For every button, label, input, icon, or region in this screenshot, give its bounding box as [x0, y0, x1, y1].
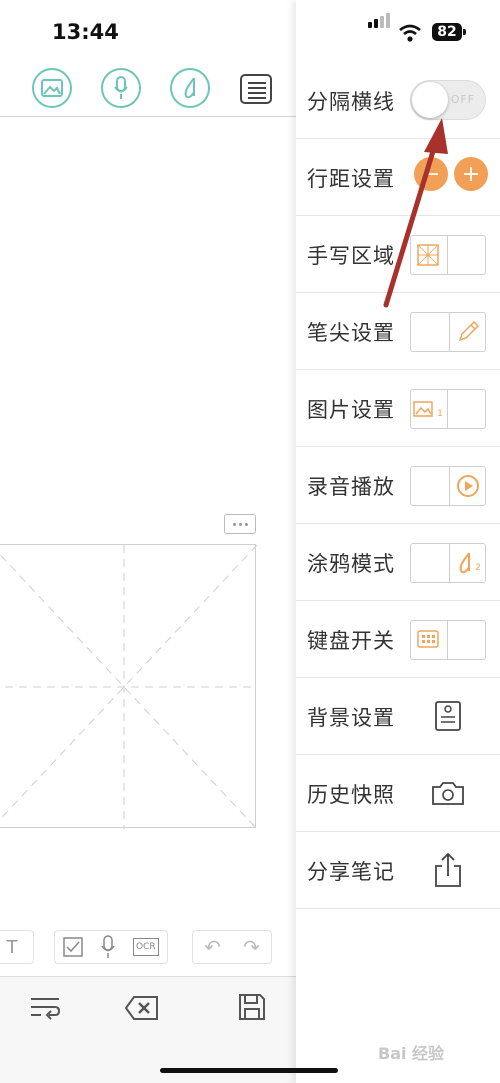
line-wrap-icon[interactable]: [29, 995, 61, 1021]
doodle-mode-toggle[interactable]: 2: [410, 543, 486, 583]
play-icon: [453, 471, 483, 501]
menu-item-background[interactable]: 背景设置: [296, 678, 500, 755]
wifi-icon: [399, 24, 421, 42]
camera-icon: [430, 773, 466, 813]
menu-item-doodle-mode[interactable]: 涂鸦模式 2: [296, 524, 500, 601]
menu-item-label: 行距设置: [307, 167, 395, 191]
menu-item-keyboard-toggle[interactable]: 键盘开关: [296, 601, 500, 678]
toolbar-divider: [0, 116, 296, 117]
menu-toggle-button[interactable]: [240, 74, 272, 104]
divider-line-switch[interactable]: OFF: [410, 80, 486, 120]
checkbox-icon[interactable]: [63, 937, 84, 957]
watermark: Bai 经验: [378, 1044, 445, 1063]
audio-playback-toggle[interactable]: [410, 466, 486, 506]
menu-item-label: 涂鸦模式: [307, 552, 395, 576]
settings-menu: 分隔横线 OFF 行距设置 − + 手写区域 笔尖设置 图片设置 1 录音播放 …: [296, 0, 500, 1083]
battery-tip: [463, 29, 466, 35]
home-indicator: [160, 1068, 338, 1073]
pen-tip-toggle[interactable]: [410, 312, 486, 352]
insert-tool-group: OCR: [54, 930, 168, 964]
ocr-button[interactable]: OCR: [132, 938, 159, 956]
more-options-button[interactable]: [224, 514, 256, 534]
line-spacing-decrease-button[interactable]: −: [414, 157, 448, 191]
microphone-icon[interactable]: [100, 935, 116, 959]
image-slot-number: 1: [437, 409, 443, 419]
menu-item-label: 录音播放: [307, 475, 395, 499]
status-time: 13:44: [52, 20, 119, 44]
menu-item-label: 历史快照: [307, 783, 395, 807]
editor-pane: 13:44 T OCR ↶ ↷: [0, 0, 296, 1083]
menu-item-label: 键盘开关: [307, 629, 395, 653]
image-tool-button[interactable]: [32, 68, 72, 108]
pencil-icon: [453, 317, 483, 347]
line-spacing-increase-button[interactable]: +: [454, 157, 488, 191]
keyboard-icon: [413, 625, 443, 655]
switch-state-text: OFF: [450, 93, 475, 106]
text-tool-label: T: [6, 936, 18, 958]
menu-item-pen-tip[interactable]: 笔尖设置: [296, 293, 500, 370]
menu-item-label: 分隔横线: [307, 90, 395, 114]
backspace-icon[interactable]: [124, 995, 160, 1021]
history-tool-group: ↶ ↷: [192, 930, 272, 964]
share-icon: [430, 850, 466, 890]
handwriting-icon: [184, 77, 195, 99]
undo-icon[interactable]: ↶: [204, 935, 221, 959]
menu-item-label: 手写区域: [307, 244, 395, 268]
handwriting-tool-button[interactable]: [170, 68, 210, 108]
battery-indicator: 82: [432, 23, 462, 41]
writing-grid[interactable]: [0, 544, 257, 829]
switch-knob: [412, 82, 448, 118]
menu-item-audio-playback[interactable]: 录音播放: [296, 447, 500, 524]
menu-item-image-settings[interactable]: 图片设置 1: [296, 370, 500, 447]
menu-item-divider-line[interactable]: 分隔横线 OFF: [296, 62, 500, 139]
redo-icon[interactable]: ↷: [243, 935, 260, 959]
menu-item-share-note[interactable]: 分享笔记: [296, 832, 500, 909]
image-icon: 1: [413, 394, 443, 424]
doodle-slot-number: 2: [475, 563, 481, 573]
grid-icon: [413, 240, 443, 270]
bottom-action-bar: [0, 976, 296, 1083]
menu-item-history-snapshot[interactable]: 历史快照: [296, 755, 500, 832]
menu-item-label: 笔尖设置: [307, 321, 395, 345]
text-tool-group[interactable]: T: [0, 930, 34, 964]
grid-guides: [0, 545, 257, 829]
menu-item-label: 图片设置: [307, 398, 395, 422]
mic-tool-button[interactable]: [101, 68, 141, 108]
save-icon[interactable]: [238, 993, 266, 1021]
menu-item-label: 分享笔记: [307, 860, 395, 884]
handwriting-icon: 2: [453, 548, 483, 578]
handwriting-area-toggle[interactable]: [410, 235, 486, 275]
keyboard-toggle[interactable]: [410, 620, 486, 660]
microphone-icon: [114, 76, 128, 99]
menu-item-line-spacing: 行距设置 − +: [296, 139, 500, 216]
image-icon: [41, 79, 63, 97]
image-settings-toggle[interactable]: 1: [410, 389, 486, 429]
menu-item-label: 背景设置: [307, 706, 395, 730]
background-icon: [430, 696, 466, 736]
menu-item-handwriting-area[interactable]: 手写区域: [296, 216, 500, 293]
